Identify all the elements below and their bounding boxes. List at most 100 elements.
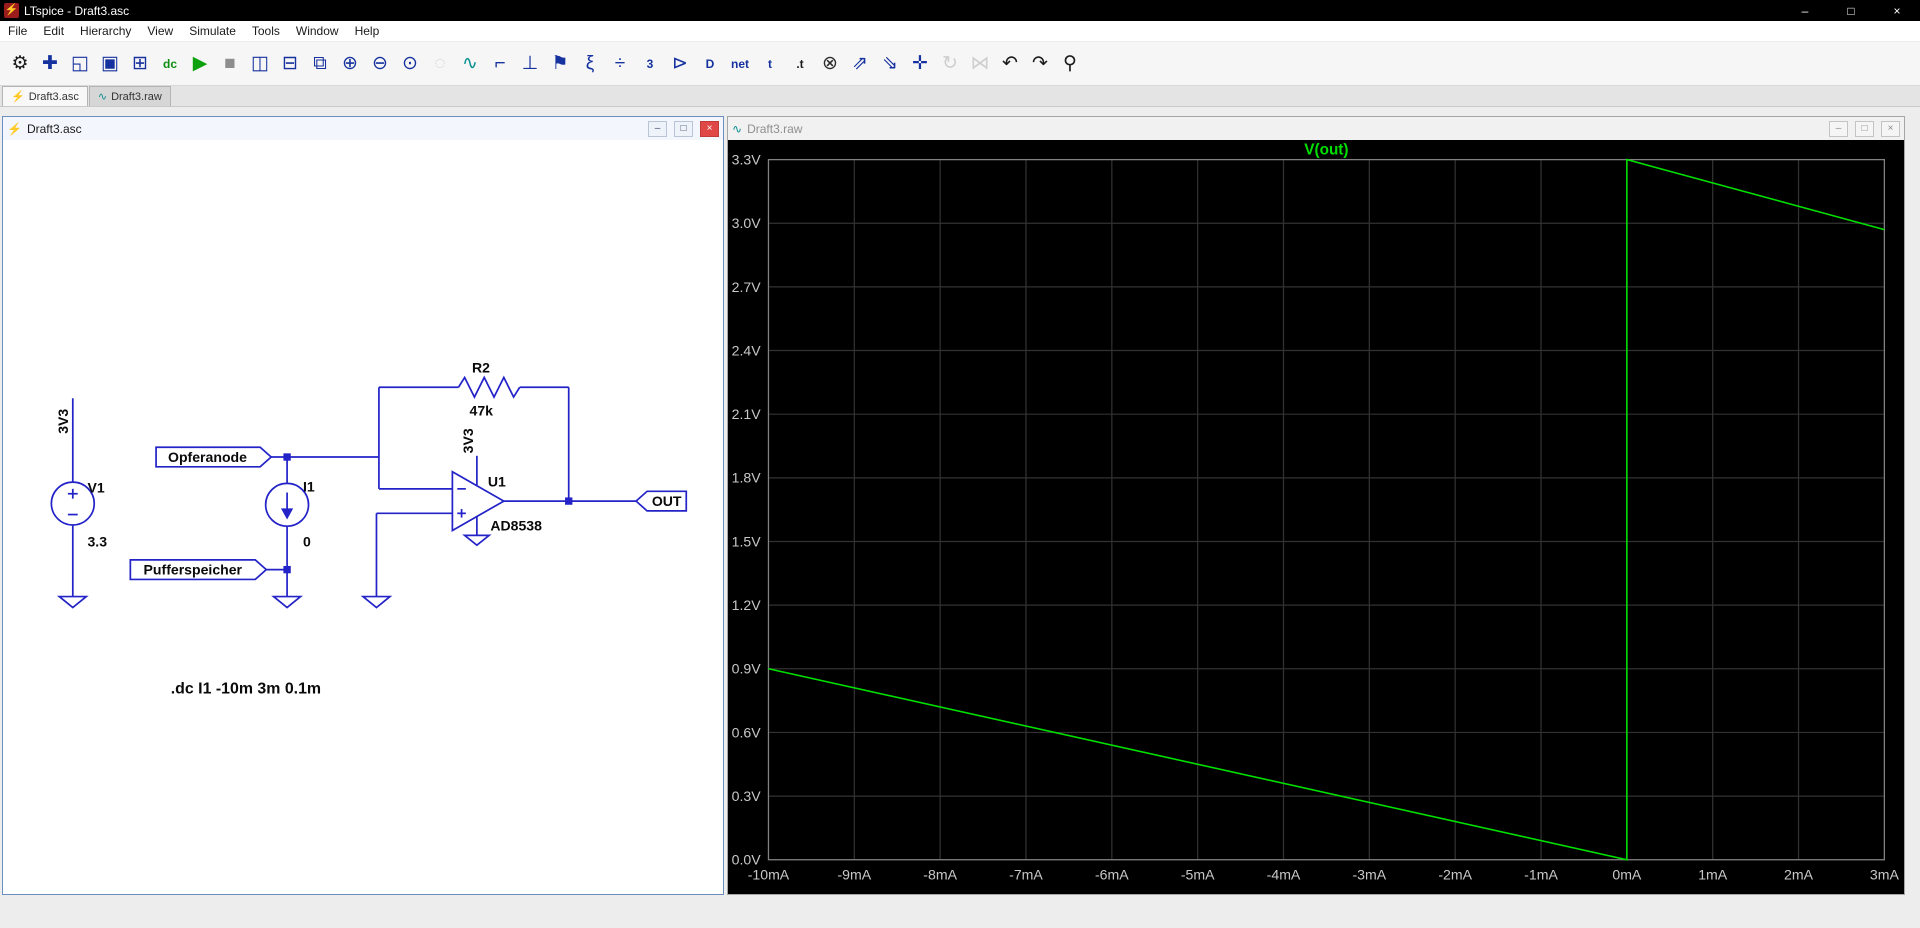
schematic-window-titlebar[interactable]: ⚡ Draft3.asc – □ ×	[3, 117, 723, 140]
window-maximize-button[interactable]: □	[1828, 0, 1874, 21]
wire-icon[interactable]: ⌐	[485, 46, 515, 82]
waveform-minimize-button[interactable]: –	[1829, 120, 1848, 137]
tab-draft3-asc[interactable]: ⚡ Draft3.asc	[2, 86, 88, 106]
cascade-windows-icon[interactable]: ⧉	[305, 46, 335, 82]
waveform-file-icon: ∿	[732, 121, 743, 136]
ground-symbols[interactable]	[56, 534, 492, 609]
y-tick-label: 1.5V	[732, 533, 762, 549]
menu-item-window[interactable]: Window	[288, 21, 347, 41]
window-close-button[interactable]: ×	[1874, 0, 1920, 21]
x-tick-label: -3mA	[1353, 866, 1387, 882]
spice-directive-icon[interactable]: .t	[785, 46, 815, 82]
y-tick-label: 2.7V	[732, 279, 762, 295]
waveform-file-icon: ∿	[97, 91, 108, 103]
menu-item-edit[interactable]: Edit	[35, 21, 72, 41]
window-minimize-button[interactable]: –	[1782, 0, 1828, 21]
y-tick-label: 3.3V	[732, 151, 762, 167]
ground-icon[interactable]: ⊥	[515, 46, 545, 82]
zoom-full-extents-icon[interactable]: ⊙	[395, 46, 425, 82]
ground-icon	[462, 534, 492, 547]
zoom-area-icon[interactable]: ⚲	[1055, 46, 1085, 82]
net-label-out: OUT	[652, 493, 682, 509]
halt-icon[interactable]: ■	[215, 46, 245, 82]
diode-icon[interactable]: ⊳	[665, 46, 695, 82]
copy-icon[interactable]: ⇗	[845, 46, 875, 82]
tile-vertical-icon[interactable]: ◫	[245, 46, 275, 82]
zoom-in-icon[interactable]: ⊕	[335, 46, 365, 82]
autorange-waveform-icon[interactable]: ∿	[455, 46, 485, 82]
waveform-maximize-button[interactable]: □	[1855, 120, 1874, 137]
cut-icon[interactable]: ⊗	[815, 46, 845, 82]
inductor-icon[interactable]: 3	[635, 46, 665, 82]
run-icon[interactable]: ▶	[185, 46, 215, 82]
tab-label: Draft3.asc	[28, 90, 79, 103]
dc-operating-point-icon[interactable]: dc	[155, 46, 185, 82]
component-icon[interactable]: D	[695, 46, 725, 82]
y-tick-label: 0.0V	[732, 852, 762, 868]
menu-item-help[interactable]: Help	[347, 21, 388, 41]
window-title: LTspice - Draft3.asc	[24, 3, 130, 18]
menu-bar: File Edit Hierarchy View Simulate Tools Window…	[0, 21, 1920, 42]
menu-item-file[interactable]: File	[0, 21, 35, 41]
tab-bar: ⚡ Draft3.asc ∿ Draft3.raw	[0, 86, 1920, 107]
net-flag-pufferspeicher[interactable]: Pufferspeicher	[129, 558, 268, 581]
i1-value: 0	[303, 533, 311, 549]
x-tick-label: 1mA	[1698, 866, 1728, 882]
tile-horizontal-icon[interactable]: ⊟	[275, 46, 305, 82]
x-tick-label: 3mA	[1870, 866, 1900, 882]
rotate-icon[interactable]: ↻	[935, 46, 965, 82]
i1-current-source[interactable]: I1 0	[264, 478, 315, 549]
schematic-window-title: Draft3.asc	[26, 121, 82, 136]
menu-item-tools[interactable]: Tools	[244, 21, 288, 41]
waveform-window-titlebar[interactable]: ∿ Draft3.raw – □ ×	[728, 117, 1904, 140]
capacitor-icon[interactable]: ÷	[605, 46, 635, 82]
zoom-out-icon[interactable]: ⊖	[365, 46, 395, 82]
paste-icon[interactable]: ⇘	[875, 46, 905, 82]
r2-value: 47k	[470, 402, 494, 418]
undo-icon[interactable]: ↶	[995, 46, 1025, 82]
waveform-close-button[interactable]: ×	[1881, 120, 1900, 137]
titlebar[interactable]: ⚡ LTspice - Draft3.asc – □ ×	[0, 0, 1920, 21]
schematic-close-button[interactable]: ×	[700, 120, 719, 137]
y-tick-label: 1.2V	[732, 597, 762, 613]
u1-name: U1	[488, 473, 506, 489]
waveform-plot[interactable]: -10mA -9mA -8mA -7mA -6mA -5mA -4mA -3mA -2mA -1m…	[728, 140, 1904, 894]
control-panel-icon[interactable]: ⚙	[5, 46, 35, 82]
tab-draft3-raw[interactable]: ∿ Draft3.raw	[88, 86, 171, 106]
resistor-icon[interactable]: ξ	[575, 46, 605, 82]
open-file-icon[interactable]: ◱	[65, 46, 95, 82]
menu-item-simulate[interactable]: Simulate	[181, 21, 244, 41]
x-tick-label: 2mA	[1784, 866, 1814, 882]
current-arrow-icon	[280, 508, 294, 520]
text-icon[interactable]: t	[755, 46, 785, 82]
save-icon[interactable]: ▣	[95, 46, 125, 82]
mirror-icon[interactable]: ⋈	[965, 46, 995, 82]
zoom-back-icon[interactable]: ◌	[425, 46, 455, 82]
new-schematic-icon[interactable]: ✚	[35, 46, 65, 82]
u1-rail-label: 3V3	[460, 428, 476, 453]
trace-vout	[768, 158, 1885, 861]
schematic-minimize-button[interactable]: –	[648, 120, 667, 137]
print-icon[interactable]: ⊞	[125, 46, 155, 82]
y-tick-label: 2.4V	[732, 342, 762, 358]
ground-icon	[56, 595, 89, 609]
y-tick-label: 0.9V	[732, 661, 762, 677]
schematic-canvas[interactable]: V1 3.3 3V3 I1 0 R2 47k U1 AD8538 3V3 Opf…	[3, 140, 723, 894]
x-tick-label: -9mA	[837, 866, 871, 882]
net-flag-out[interactable]: OUT	[634, 490, 688, 512]
menu-item-hierarchy[interactable]: Hierarchy	[72, 21, 139, 41]
spice-directive[interactable]: .dc I1 -10m 3m 0.1m	[171, 680, 321, 697]
waveform-window-title: Draft3.raw	[747, 121, 803, 136]
x-tick-label: -1mA	[1524, 866, 1558, 882]
label-net-icon[interactable]: ⚑	[545, 46, 575, 82]
netlist-icon[interactable]: net	[725, 46, 755, 82]
redo-icon[interactable]: ↷	[1025, 46, 1055, 82]
move-icon[interactable]: ✛	[905, 46, 935, 82]
menu-item-view[interactable]: View	[139, 21, 181, 41]
net-flag-opferanode[interactable]: Opferanode	[155, 446, 273, 468]
u1-opamp[interactable]: U1 AD8538 3V3	[451, 428, 542, 533]
v1-voltage-source[interactable]: V1 3.3 3V3	[50, 409, 107, 550]
r2-resistor[interactable]: R2 47k	[457, 360, 521, 419]
schematic-maximize-button[interactable]: □	[674, 120, 693, 137]
x-tick-label: -2mA	[1438, 866, 1472, 882]
